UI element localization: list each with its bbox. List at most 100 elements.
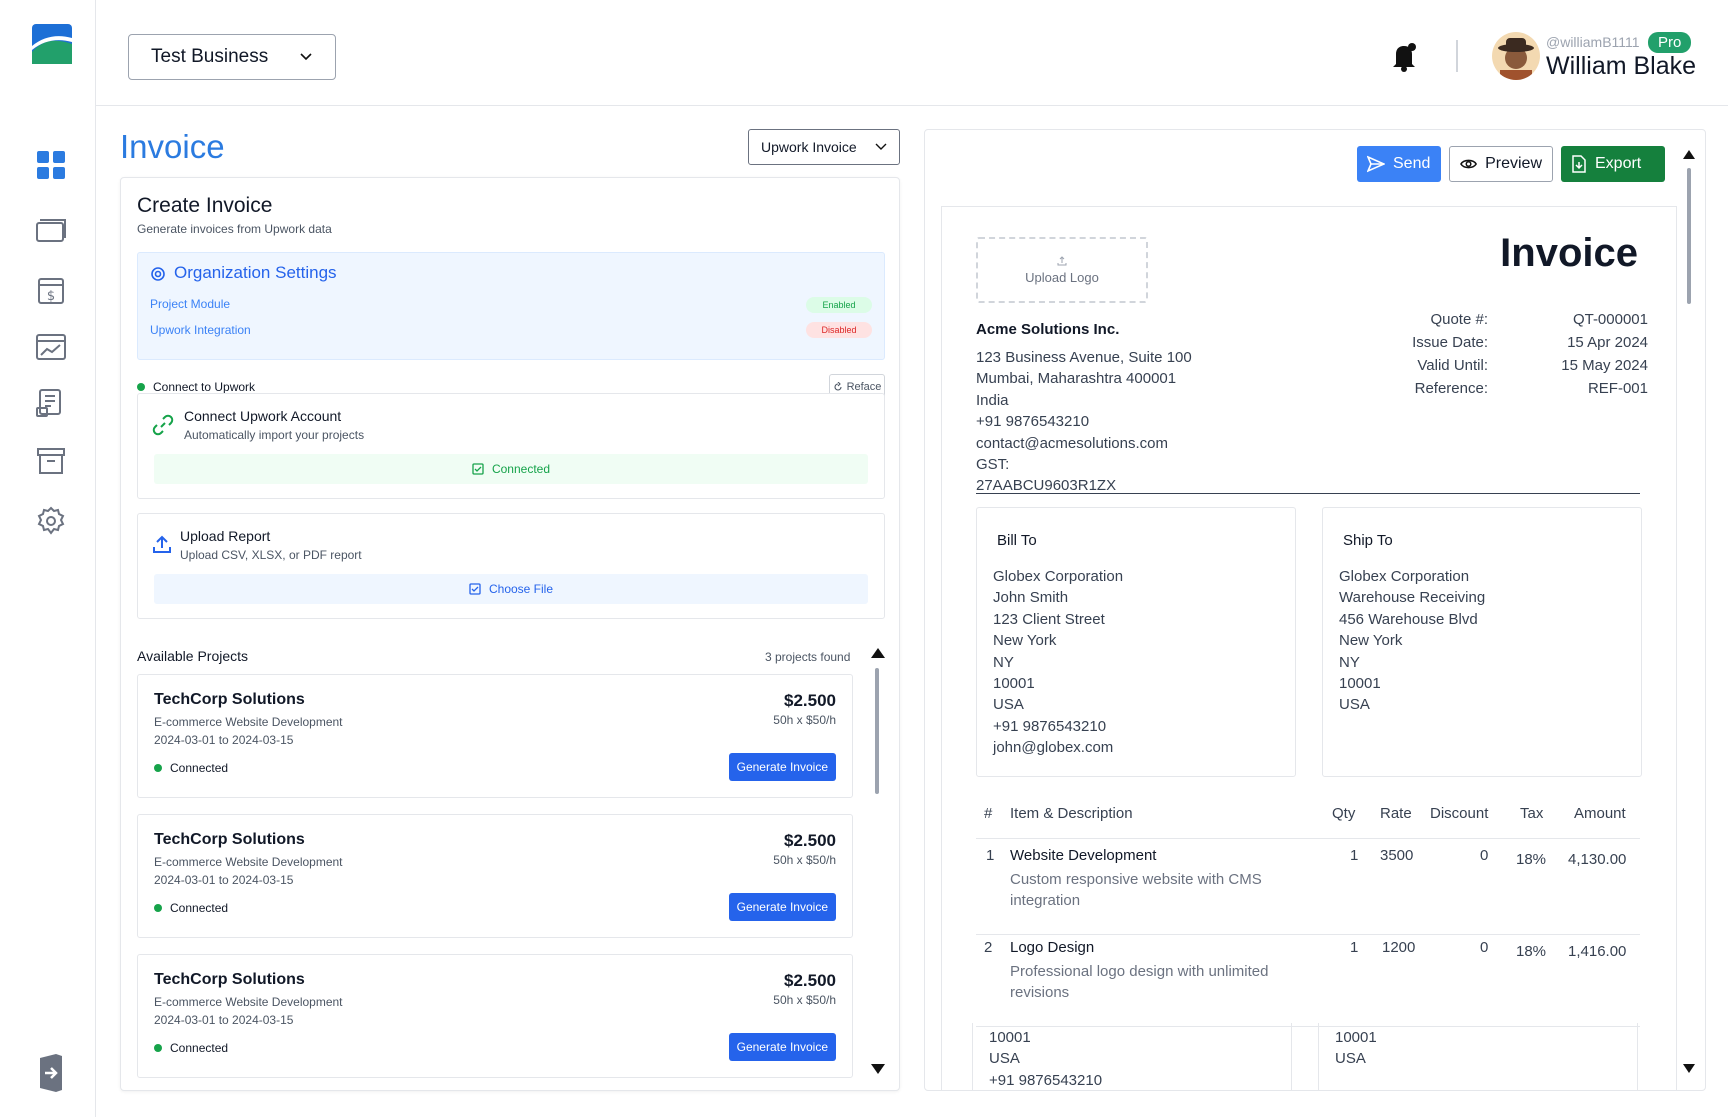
project-status-label: Connected (170, 761, 229, 775)
item-description: Professional logo design with unlimited … (1010, 963, 1269, 1001)
invoice-meta: Quote #: QT-000001 Issue Date: 15 Apr 2024… (1388, 311, 1648, 403)
bill-to-card: Bill To Globex Corporation John Smith 12… (976, 507, 1296, 777)
address-line: Globex Corporation (993, 568, 1124, 585)
item-rate: 3500 (1380, 847, 1414, 864)
project-dates: 2024-03-01 to 2024-03-15 (154, 733, 294, 747)
item-discount: 0 (1480, 939, 1489, 956)
send-button[interactable]: Send (1357, 146, 1441, 182)
cards-icon[interactable] (34, 216, 68, 250)
overflow-bill-to: 10001 USA +91 9876543210 (972, 1023, 1292, 1090)
upwork-integration-label: Upwork Integration (150, 323, 251, 337)
choose-file-label: Choose File (488, 582, 554, 596)
scrollbar[interactable] (875, 668, 879, 794)
send-icon (1367, 155, 1385, 173)
project-status: Connected (154, 761, 228, 775)
meta-label: Quote #: (1430, 311, 1488, 328)
bill-to-title: Bill To (997, 532, 1037, 549)
organization-settings-title: Organization Settings (174, 263, 337, 282)
scrollbar[interactable] (1687, 168, 1691, 304)
invoice-template-select[interactable]: Upwork Invoice (748, 129, 900, 165)
scroll-down-arrow-icon[interactable] (871, 1064, 885, 1074)
dashboard-icon[interactable] (34, 148, 68, 182)
preview-button[interactable]: Preview (1449, 146, 1553, 182)
generate-invoice-button[interactable]: Generate Invoice (728, 893, 836, 921)
address-line: New York (1339, 632, 1403, 650)
status-badge: Disabled (806, 322, 872, 338)
export-button[interactable]: Export (1561, 146, 1665, 182)
scroll-up-arrow-icon[interactable] (1683, 150, 1695, 159)
project-client: TechCorp Solutions (154, 971, 305, 988)
meta-label: Reference: (1414, 380, 1488, 397)
address-line: NY (993, 653, 1014, 671)
item-number: 2 (984, 939, 993, 956)
address-line: +91 9876543210 (989, 1071, 1103, 1089)
status-dot-icon (137, 383, 145, 391)
template-select-value: Upwork Invoice (761, 139, 857, 155)
column-header: Rate (1380, 805, 1412, 822)
chevron-down-icon (875, 143, 887, 150)
connected-button[interactable]: Connected (154, 454, 868, 484)
company-line: India (976, 391, 1009, 409)
divider (976, 493, 1640, 494)
address-line: NY (1339, 653, 1360, 671)
logout-icon[interactable] (36, 1054, 66, 1092)
settings-icon[interactable] (34, 504, 68, 538)
reports-icon[interactable] (34, 386, 68, 420)
address-line: USA (989, 1050, 1020, 1068)
scroll-down-arrow-icon[interactable] (1683, 1064, 1695, 1073)
archive-icon[interactable] (34, 444, 68, 478)
link-icon (152, 414, 174, 436)
meta-label: Valid Until: (1417, 357, 1488, 374)
item-number: 1 (986, 847, 995, 864)
generate-invoice-button[interactable]: Generate Invoice (728, 1033, 836, 1061)
upload-logo-button[interactable]: Upload Logo (976, 237, 1148, 303)
project-status-label: Connected (170, 1041, 229, 1055)
user-name[interactable]: William Blake (1546, 52, 1696, 81)
company-line: GST: (976, 456, 1010, 474)
analytics-icon[interactable] (34, 330, 68, 364)
generate-invoice-button[interactable]: Generate Invoice (728, 753, 836, 781)
chevron-down-icon (300, 53, 312, 61)
create-invoice-title: Create Invoice (137, 194, 273, 217)
item-description: Custom responsive website with CMS integ… (1010, 871, 1262, 909)
create-invoice-subtitle: Generate invoices from Upwork data (137, 222, 332, 236)
column-header: Tax (1520, 805, 1544, 822)
avatar[interactable] (1492, 32, 1540, 80)
connect-upwork-card: Connect Upwork Account Automatically imp… (137, 393, 885, 499)
scroll-up-arrow-icon[interactable] (871, 648, 885, 658)
ship-to-address: Globex Corporation Warehouse Receiving 4… (1339, 566, 1485, 716)
status-dot-icon (154, 1044, 162, 1052)
invoice-dollar-icon[interactable]: $ (34, 274, 68, 308)
item-qty: 1 (1350, 939, 1359, 956)
notification-bell-icon[interactable] (1386, 38, 1422, 74)
check-square-icon (472, 463, 484, 475)
business-select[interactable]: Test Business (128, 34, 336, 80)
project-description: E-commerce Website Development (154, 995, 343, 1009)
connect-to-upwork-status: Connect to Upwork (137, 380, 255, 394)
project-module-label: Project Module (150, 297, 231, 311)
upload-report-card: Upload Report Upload CSV, XLSX, or PDF r… (137, 513, 885, 619)
bill-to-address: Globex Corporation John Smith 123 Client… (993, 566, 1123, 759)
company-line: contact@acmesolutions.com (976, 434, 1168, 452)
export-label: Export (1595, 155, 1642, 172)
address-line: 10001 (1339, 675, 1381, 693)
preview-label: Preview (1485, 155, 1542, 172)
upload-icon (1057, 255, 1067, 265)
address-line: 10001 (993, 675, 1035, 693)
ship-to-card: Ship To Globex Corporation Warehouse Rec… (1322, 507, 1642, 777)
project-client: TechCorp Solutions (154, 831, 305, 848)
project-status: Connected (154, 901, 228, 915)
choose-file-button[interactable]: Choose File (154, 574, 868, 604)
app-logo[interactable] (32, 24, 72, 64)
item-tax: 18% (1516, 851, 1547, 868)
item-tax: 18% (1516, 943, 1547, 960)
address-line: 10001 (989, 1029, 1031, 1046)
reface-label: Reface (846, 381, 882, 393)
address-line: Globex Corporation (1339, 568, 1470, 585)
eye-icon (1460, 159, 1478, 169)
meta-value: 15 Apr 2024 (1567, 334, 1648, 351)
project-rate: 50h x $50/h (773, 853, 836, 867)
column-header: Discount (1430, 805, 1489, 822)
list-item: TechCorp Solutions E-commerce Website De… (137, 814, 853, 938)
address-line: 123 Client Street (993, 610, 1105, 628)
